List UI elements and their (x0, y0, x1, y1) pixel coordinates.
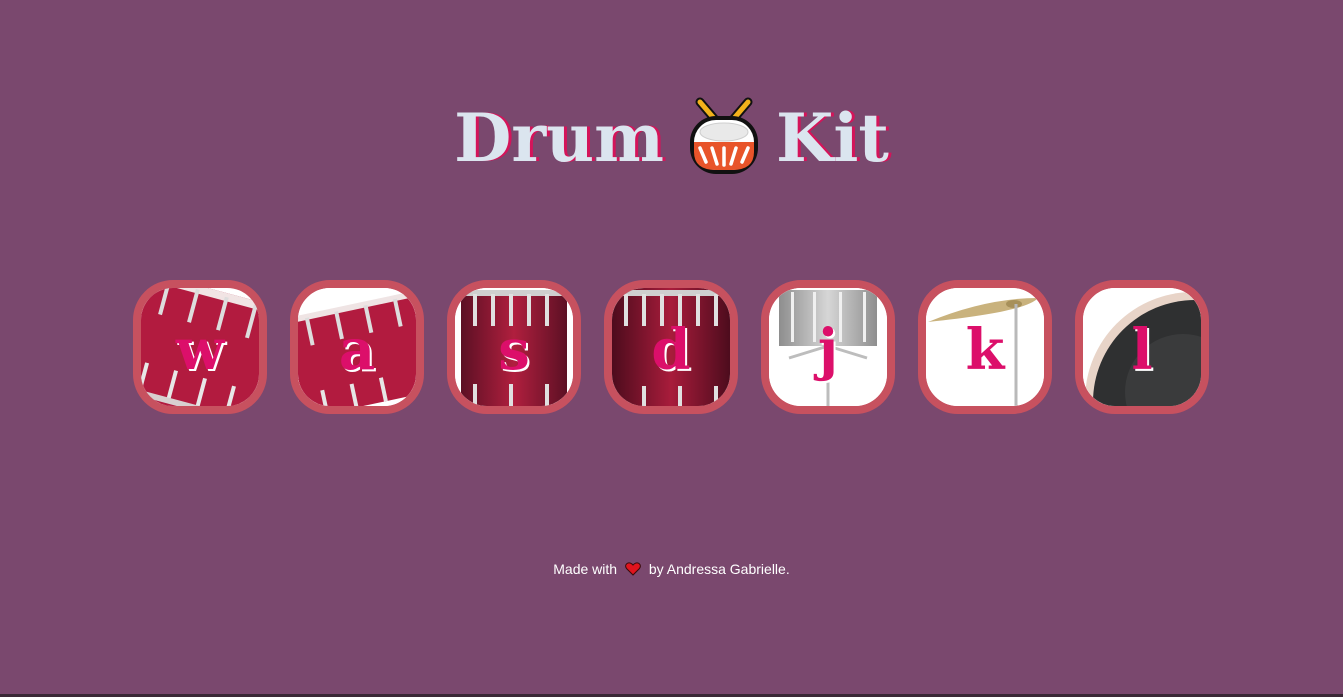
title-left: Drum (454, 99, 664, 178)
drum-emoji-icon (686, 96, 762, 176)
drum-key-d: d (651, 317, 691, 383)
drum-button-w[interactable]: w (133, 280, 267, 414)
drum-button-k[interactable]: k (918, 280, 1052, 414)
drum-button-a[interactable]: a (290, 280, 424, 414)
drum-button-j[interactable]: j (761, 280, 895, 414)
heart-icon (625, 562, 641, 576)
drum-button-l[interactable]: l (1075, 280, 1209, 414)
drum-button-d[interactable]: d (604, 280, 738, 414)
drum-button-s[interactable]: s (447, 280, 581, 414)
title-right: Kit (775, 99, 889, 178)
drum-key-k: k (965, 317, 1005, 383)
page-title: Drum Kit (0, 96, 1343, 180)
drum-key-w: w (175, 317, 225, 383)
drum-key-j: j (817, 317, 839, 383)
footer: Made with by Andressa Gabrielle. (0, 561, 1343, 577)
footer-suffix: by Andressa Gabrielle. (648, 561, 790, 577)
drum-key-l: l (1131, 317, 1153, 383)
drum-set: w a s d j k l (133, 280, 1209, 414)
footer-prefix: Made with (553, 561, 618, 577)
drum-key-s: s (498, 317, 530, 383)
drum-key-a: a (338, 317, 376, 383)
